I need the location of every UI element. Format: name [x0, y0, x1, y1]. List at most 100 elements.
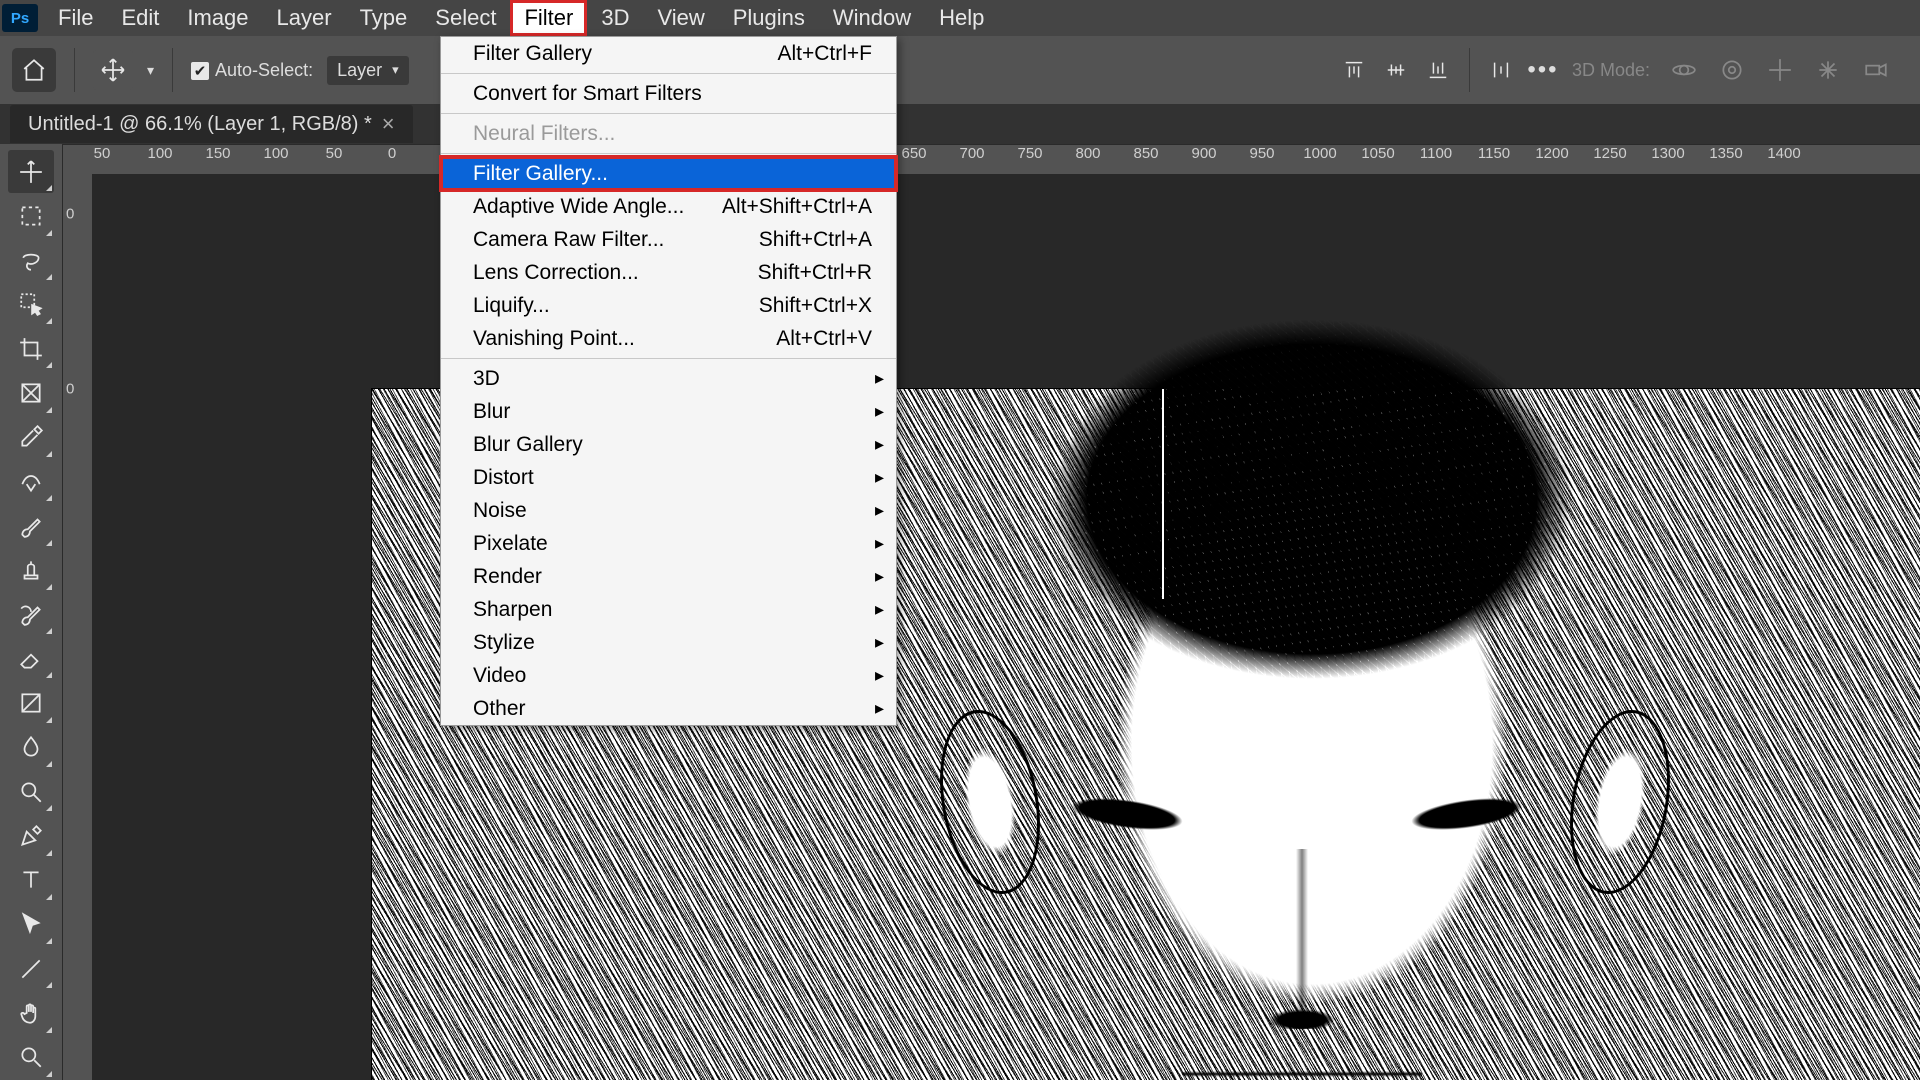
ruler-tick: 100	[147, 145, 172, 162]
menu-item-other[interactable]: Other	[441, 692, 896, 725]
menu-item-3d[interactable]: 3D	[441, 362, 896, 395]
type-tool-icon	[18, 867, 44, 893]
auto-select-checkbox[interactable]: ✔Auto-Select:	[191, 60, 313, 81]
menu-image[interactable]: Image	[173, 0, 262, 36]
more-options-button[interactable]: •••	[1528, 55, 1558, 85]
move-tool[interactable]	[8, 150, 54, 193]
horizontal-ruler[interactable]: 5010015010050065070075080085090095010001…	[62, 144, 1920, 176]
move-tool-icon	[18, 159, 44, 185]
document-tab[interactable]: Untitled-1 @ 66.1% (Layer 1, RGB/8) * ×	[10, 105, 413, 143]
separator	[172, 48, 173, 92]
eraser-tool[interactable]	[8, 637, 54, 680]
layer-type-select[interactable]: Layer ▾	[327, 56, 409, 85]
menu-item-stylize[interactable]: Stylize	[441, 626, 896, 659]
submenu-indicator-icon	[46, 938, 52, 944]
vertical-ruler[interactable]: 00	[62, 174, 93, 1080]
crop-tool[interactable]	[8, 327, 54, 370]
menu-edit[interactable]: Edit	[107, 0, 173, 36]
menu-item-blur[interactable]: Blur	[441, 395, 896, 428]
menu-layer[interactable]: Layer	[263, 0, 346, 36]
frame-tool[interactable]	[8, 371, 54, 414]
ruler-tick: 100	[263, 145, 288, 162]
menu-item-sharpen[interactable]: Sharpen	[441, 593, 896, 626]
home-button[interactable]	[12, 48, 56, 92]
close-icon[interactable]: ×	[382, 111, 395, 137]
home-icon	[21, 57, 47, 83]
menu-item-pixelate[interactable]: Pixelate	[441, 527, 896, 560]
menu-item-label: Pixelate	[473, 532, 548, 556]
submenu-indicator-icon	[46, 628, 52, 634]
lasso-tool-icon	[18, 247, 44, 273]
menu-item-video[interactable]: Video	[441, 659, 896, 692]
healing-brush-tool[interactable]	[8, 460, 54, 503]
menu-item-convert-for-smart-filters[interactable]: Convert for Smart Filters	[441, 77, 896, 110]
submenu-indicator-icon	[46, 230, 52, 236]
menu-item-filter-gallery[interactable]: Filter Gallery...	[441, 157, 896, 190]
align-top-button[interactable]	[1339, 55, 1369, 85]
menu-select[interactable]: Select	[421, 0, 510, 36]
pen-tool[interactable]	[8, 814, 54, 857]
hand-tool-icon	[18, 1000, 44, 1026]
ruler-tick: 1200	[1535, 145, 1568, 162]
ruler-tick: 900	[1191, 145, 1216, 162]
dodge-tool[interactable]	[8, 770, 54, 813]
menu-item-noise[interactable]: Noise	[441, 494, 896, 527]
menu-filter[interactable]: Filter	[510, 0, 587, 36]
align-bottom-button[interactable]	[1423, 55, 1453, 85]
gradient-tool[interactable]	[8, 681, 54, 724]
ruler-tick: 850	[1133, 145, 1158, 162]
roll-3d-icon[interactable]	[1718, 56, 1746, 84]
menu-view[interactable]: View	[643, 0, 718, 36]
line-tool[interactable]	[8, 947, 54, 990]
canvas-area[interactable]	[92, 174, 1920, 1080]
submenu-indicator-icon	[46, 584, 52, 590]
move-tool-indicator[interactable]	[93, 50, 133, 90]
submenu-indicator-icon	[46, 850, 52, 856]
menu-plugins[interactable]: Plugins	[719, 0, 819, 36]
menu-item-adaptive-wide-angle[interactable]: Adaptive Wide Angle...Alt+Shift+Ctrl+A	[441, 190, 896, 223]
menu-file[interactable]: File	[44, 0, 107, 36]
menu-item-label: Other	[473, 697, 526, 721]
lasso-tool[interactable]	[8, 239, 54, 282]
menu-item-render[interactable]: Render	[441, 560, 896, 593]
ruler-tick: 800	[1075, 145, 1100, 162]
menu-item-distort[interactable]: Distort	[441, 461, 896, 494]
ruler-tick: 1300	[1651, 145, 1684, 162]
chevron-down-icon[interactable]: ▾	[147, 62, 154, 79]
document-tab-title: Untitled-1 @ 66.1% (Layer 1, RGB/8) *	[28, 113, 372, 136]
marquee-tool[interactable]	[8, 194, 54, 237]
menu-item-blur-gallery[interactable]: Blur Gallery	[441, 428, 896, 461]
type-tool[interactable]	[8, 859, 54, 902]
camera-3d-icon[interactable]	[1862, 56, 1890, 84]
distribute-button[interactable]	[1486, 55, 1516, 85]
align-vcenter-button[interactable]	[1381, 55, 1411, 85]
slide-3d-icon[interactable]	[1814, 56, 1842, 84]
brush-tool[interactable]	[8, 504, 54, 547]
brush-tool-icon	[18, 513, 44, 539]
submenu-indicator-icon	[46, 894, 52, 900]
menu-item-vanishing-point[interactable]: Vanishing Point...Alt+Ctrl+V	[441, 322, 896, 355]
menu-window[interactable]: Window	[819, 0, 925, 36]
menu-item-camera-raw-filter[interactable]: Camera Raw Filter...Shift+Ctrl+A	[441, 223, 896, 256]
menu-help[interactable]: Help	[925, 0, 998, 36]
menu-item-lens-correction[interactable]: Lens Correction...Shift+Ctrl+R	[441, 256, 896, 289]
menu-type[interactable]: Type	[346, 0, 422, 36]
eyedropper-tool[interactable]	[8, 416, 54, 459]
history-brush-tool[interactable]	[8, 593, 54, 636]
hand-tool[interactable]	[8, 991, 54, 1034]
align-group: •••	[1339, 48, 1558, 92]
path-select-tool[interactable]	[8, 903, 54, 946]
filter-menu-dropdown: Filter GalleryAlt+Ctrl+F Convert for Smar…	[440, 36, 897, 726]
object-select-tool[interactable]	[8, 283, 54, 326]
zoom-tool[interactable]	[8, 1036, 54, 1079]
orbit-3d-icon[interactable]	[1670, 56, 1698, 84]
menu-item-label: Camera Raw Filter...	[473, 228, 664, 252]
clone-stamp-tool[interactable]	[8, 549, 54, 592]
menu-item-liquify[interactable]: Liquify...Shift+Ctrl+X	[441, 289, 896, 322]
pan-3d-icon[interactable]	[1766, 56, 1794, 84]
menu-item-label: Noise	[473, 499, 527, 523]
menu-item-filter-gallery[interactable]: Filter GalleryAlt+Ctrl+F	[441, 37, 896, 70]
menu-3d[interactable]: 3D	[587, 0, 643, 36]
blur-tool[interactable]	[8, 726, 54, 769]
ruler-tick: 1150	[1478, 145, 1510, 162]
